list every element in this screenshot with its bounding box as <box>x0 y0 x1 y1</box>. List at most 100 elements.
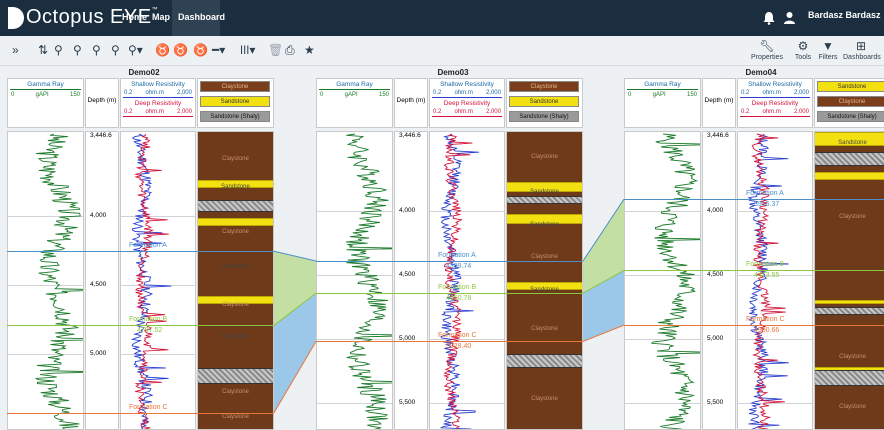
nav-dashboard[interactable]: Dashboard <box>178 12 225 22</box>
zoom-reset-icon[interactable]: ⚲ <box>111 43 120 57</box>
correlate-add-icon[interactable]: ♉ <box>173 43 188 57</box>
nav-map[interactable]: Map <box>152 12 170 22</box>
depth-header[interactable]: Depth (m) <box>702 78 736 128</box>
user-name[interactable]: Bardasz Bardasz <box>808 10 881 20</box>
shaly-sandstone-layer <box>198 200 273 212</box>
bell-icon[interactable] <box>762 11 776 25</box>
resistivity-track[interactable] <box>120 131 196 430</box>
gamma-scale: 0 gAPI 150 <box>8 92 83 98</box>
scale-min: 0.2 <box>124 109 133 115</box>
resistivity-header[interactable]: Shallow Resistivity 0.2 ohm.m 2,000 Deep Res… <box>120 78 196 128</box>
resistivity-header[interactable]: Shallow Resistivity 0.2 ohm.m 2,000 Deep Res… <box>737 78 813 128</box>
gamma-ray-header[interactable]: Gamma Ray 0 gAPI 150 <box>7 78 84 128</box>
gamma-ray-track[interactable] <box>7 131 84 430</box>
lithology-track[interactable]: Claystone Sandstone Claystone Sandstone Clay… <box>197 131 274 430</box>
resistivity-track[interactable] <box>737 131 813 430</box>
user-icon[interactable] <box>783 11 796 25</box>
formation-top-line[interactable] <box>624 270 884 272</box>
zoom-out-icon[interactable]: ⚲ <box>73 43 82 57</box>
nav-home[interactable]: Home <box>122 12 147 22</box>
well-name[interactable]: Demo02 <box>7 68 281 77</box>
formation-name: Formation C <box>746 316 785 324</box>
gamma-ray-line <box>10 89 81 90</box>
lithology-legend-item: Claystone <box>509 81 579 92</box>
lithology-label: Sandstone <box>530 222 559 228</box>
lithology-header[interactable]: Claystone Sandstone Sandstone (Shaly) <box>506 78 583 128</box>
formation-depth: 4473.55 <box>754 272 780 280</box>
gamma-ray-header[interactable]: Gamma Ray 0 gAPI 150 <box>624 78 701 128</box>
formation-top-line[interactable] <box>624 199 884 201</box>
well-panel[interactable]: Demo02 Gamma Ray 0 gAPI 150 Depth (m) Shallow … <box>7 66 281 430</box>
dashboards-button[interactable]: ⊞ Dashboards <box>843 40 881 62</box>
shaly-sandstone-layer <box>815 370 884 386</box>
formation-top-line[interactable] <box>7 412 274 414</box>
sort-icon[interactable]: ⇅ <box>38 43 48 57</box>
shallow-scale: 0.2 ohm.m 2,000 <box>738 90 812 96</box>
gamma-ray-track[interactable] <box>624 131 701 430</box>
formation-name: Formation B <box>746 261 785 269</box>
depth-label: 4,500 <box>399 270 416 278</box>
formation-depth: 4797.52 <box>137 327 163 335</box>
depth-label: 5,000 <box>707 334 724 342</box>
formation-name: Formation C <box>438 332 477 340</box>
lithology-track[interactable]: Claystone Sandstone Sandstone Claystone Sand… <box>506 131 583 430</box>
delete-icon[interactable]: 🗑︎ <box>268 43 283 57</box>
depth-track[interactable]: 3,446.6 4,000 4,500 5,000 <box>85 131 119 430</box>
gamma-ray-curve <box>650 133 700 429</box>
lithology-header[interactable]: Claystone Sandstone Sandstone (Shaly) <box>197 78 274 128</box>
formation-top-line[interactable] <box>316 341 583 343</box>
lithology-label: Claystone <box>531 396 558 402</box>
resistivity-header[interactable]: Shallow Resistivity 0.2 ohm.m 2,000 Deep Res… <box>429 78 505 128</box>
lithology-legend-item: Sandstone (Shaly) <box>509 111 579 122</box>
well-name[interactable]: Demo03 <box>316 68 590 77</box>
resistivity-track[interactable] <box>429 131 505 430</box>
expand-icon[interactable]: » <box>12 43 19 57</box>
lithology-label: Sandstone <box>221 334 250 340</box>
depth-top-label: 3,446.6 <box>399 132 421 139</box>
lithology-header[interactable]: Sandstone Claystone Sandstone (Shaly) <box>814 78 884 128</box>
gamma-ray-track[interactable] <box>316 131 393 430</box>
depth-track[interactable]: 3,446.6 4,000 4,500 5,000 5,500 <box>702 131 736 430</box>
track-icon[interactable]: ǀǀǀ▾ <box>240 43 255 57</box>
scale-max: 2,000 <box>485 90 501 96</box>
line-style-icon[interactable]: ━▾ <box>212 43 225 57</box>
scale-max: 2,000 <box>793 109 809 115</box>
formation-top-line[interactable] <box>624 325 884 327</box>
shallow-resistivity-title: Shallow Resistivity <box>131 81 185 88</box>
depth-top-label: 3,446.6 <box>707 132 729 139</box>
well-panel[interactable]: Demo03 Gamma Ray 0 gAPI 150 Depth (m) Shallow … <box>316 66 590 430</box>
depth-title: Depth (m) <box>396 97 426 104</box>
depth-header[interactable]: Depth (m) <box>85 78 119 128</box>
scale-min: 0 <box>628 92 632 98</box>
print-icon[interactable]: ⎙ <box>285 43 295 57</box>
well-name[interactable]: Demo04 <box>624 68 884 77</box>
shaly-sandstone-layer <box>815 307 884 315</box>
lithology-legend-item: Claystone <box>200 81 270 92</box>
zoom-menu-icon[interactable]: ⚲▾ <box>128 43 143 57</box>
properties-button[interactable]: 🔧︎ Properties <box>750 40 784 62</box>
zoom-in-icon[interactable]: ⚲ <box>54 43 63 57</box>
lithology-label: Sandstone <box>530 189 559 195</box>
formation-top-line[interactable] <box>316 293 583 295</box>
filters-button[interactable]: ▼ Filters <box>817 40 839 62</box>
depth-track[interactable]: 3,446.6 4,000 4,500 5,000 5,500 <box>394 131 428 430</box>
deep-scale: 0.2 ohm.m 2,000 <box>430 109 504 115</box>
scale-max: 2,000 <box>176 90 192 96</box>
scale-unit: gAPI <box>344 92 358 98</box>
correlate-remove-icon[interactable]: ♉ <box>193 43 208 57</box>
formation-depth: 4650.78 <box>446 295 472 303</box>
well-panel[interactable]: Demo04 Gamma Ray 0 gAPI 150 Depth (m) Shallow … <box>624 66 884 430</box>
lithology-track[interactable]: Sandstone Claystone Claystone Claystone <box>814 131 884 430</box>
correlate-icon[interactable]: ♉ <box>155 43 170 57</box>
shallow-line <box>123 97 193 98</box>
depth-header[interactable]: Depth (m) <box>394 78 428 128</box>
star-icon[interactable]: ★ <box>304 43 315 57</box>
sandstone-layer <box>198 218 273 226</box>
formation-top-line[interactable] <box>316 261 583 262</box>
zoom-fit-icon[interactable]: ⚲ <box>92 43 101 57</box>
formation-top-line[interactable] <box>7 325 274 327</box>
formation-top-line[interactable] <box>7 251 274 253</box>
gamma-ray-header[interactable]: Gamma Ray 0 gAPI 150 <box>316 78 393 128</box>
tools-button[interactable]: ⚙ Tools <box>792 40 814 62</box>
shallow-scale: 0.2 ohm.m 2,000 <box>430 90 504 96</box>
